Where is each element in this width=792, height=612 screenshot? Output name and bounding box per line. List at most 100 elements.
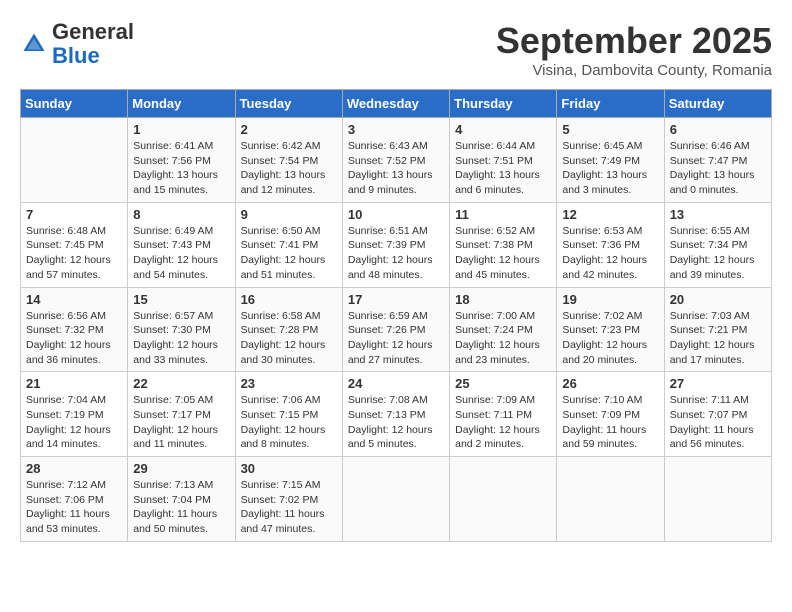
day-info: Sunrise: 7:06 AMSunset: 7:15 PMDaylight:… <box>241 393 337 452</box>
day-info: Sunrise: 7:09 AMSunset: 7:11 PMDaylight:… <box>455 393 551 452</box>
day-cell: 15Sunrise: 6:57 AMSunset: 7:30 PMDayligh… <box>128 287 235 372</box>
day-cell: 17Sunrise: 6:59 AMSunset: 7:26 PMDayligh… <box>342 287 449 372</box>
day-number: 20 <box>670 292 766 307</box>
week-row-4: 21Sunrise: 7:04 AMSunset: 7:19 PMDayligh… <box>21 372 772 457</box>
day-info: Sunrise: 7:05 AMSunset: 7:17 PMDaylight:… <box>133 393 229 452</box>
day-number: 11 <box>455 207 551 222</box>
weekday-header-friday: Friday <box>557 90 664 118</box>
day-number: 16 <box>241 292 337 307</box>
day-cell <box>450 457 557 542</box>
day-cell <box>342 457 449 542</box>
title-block: September 2025 Visina, Dambovita County,… <box>496 20 772 79</box>
day-cell: 25 Sunrise: 7:09 AMSunset: 7:11 PMDayligh… <box>450 372 557 457</box>
day-number: 10 <box>348 207 444 222</box>
day-cell: 28Sunrise: 7:12 AMSunset: 7:06 PMDayligh… <box>21 457 128 542</box>
day-cell: 23 Sunrise: 7:06 AMSunset: 7:15 PMDayligh… <box>235 372 342 457</box>
day-cell: 11 Sunrise: 6:52 AMSunset: 7:38 PMDayligh… <box>450 202 557 287</box>
day-info: Sunrise: 7:13 AMSunset: 7:04 PMDaylight:… <box>133 478 229 537</box>
day-info: Sunrise: 7:00 AMSunset: 7:24 PMDaylight:… <box>455 309 551 368</box>
day-number: 19 <box>562 292 658 307</box>
day-cell: 29 Sunrise: 7:13 AMSunset: 7:04 PMDayligh… <box>128 457 235 542</box>
day-info: Sunrise: 6:45 AMSunset: 7:49 PMDaylight:… <box>562 139 658 198</box>
day-number: 29 <box>133 461 229 476</box>
day-number: 4 <box>455 122 551 137</box>
week-row-1: 1Sunrise: 6:41 AMSunset: 7:56 PMDaylight… <box>21 118 772 203</box>
day-info: Sunrise: 6:42 AMSunset: 7:54 PMDaylight:… <box>241 139 337 198</box>
day-cell: 10 Sunrise: 6:51 AMSunset: 7:39 PMDayligh… <box>342 202 449 287</box>
weekday-header-sunday: Sunday <box>21 90 128 118</box>
day-number: 23 <box>241 376 337 391</box>
day-info: Sunrise: 7:08 AMSunset: 7:13 PMDaylight:… <box>348 393 444 452</box>
day-info: Sunrise: 7:11 AMSunset: 7:07 PMDaylight:… <box>670 393 766 452</box>
day-cell: 2 Sunrise: 6:42 AMSunset: 7:54 PMDaylight… <box>235 118 342 203</box>
day-info: Sunrise: 6:48 AMSunset: 7:45 PMDaylight:… <box>26 224 122 283</box>
day-number: 25 <box>455 376 551 391</box>
day-number: 22 <box>133 376 229 391</box>
weekday-header-tuesday: Tuesday <box>235 90 342 118</box>
page-header: General Blue September 2025 Visina, Damb… <box>20 20 772 79</box>
weekday-header-thursday: Thursday <box>450 90 557 118</box>
day-cell: 7 Sunrise: 6:48 AMSunset: 7:45 PMDaylight… <box>21 202 128 287</box>
location: Visina, Dambovita County, Romania <box>496 62 772 79</box>
day-number: 18 <box>455 292 551 307</box>
day-info: Sunrise: 7:03 AMSunset: 7:21 PMDaylight:… <box>670 309 766 368</box>
calendar-table: SundayMondayTuesdayWednesdayThursdayFrid… <box>20 89 772 542</box>
week-row-3: 14Sunrise: 6:56 AMSunset: 7:32 PMDayligh… <box>21 287 772 372</box>
day-info: Sunrise: 6:43 AMSunset: 7:52 PMDaylight:… <box>348 139 444 198</box>
day-number: 24 <box>348 376 444 391</box>
weekday-header-row: SundayMondayTuesdayWednesdayThursdayFrid… <box>21 90 772 118</box>
day-cell: 18 Sunrise: 7:00 AMSunset: 7:24 PMDayligh… <box>450 287 557 372</box>
day-number: 8 <box>133 207 229 222</box>
day-cell: 8 Sunrise: 6:49 AMSunset: 7:43 PMDaylight… <box>128 202 235 287</box>
logo: General Blue <box>20 20 134 68</box>
day-info: Sunrise: 7:12 AMSunset: 7:06 PMDaylight:… <box>26 478 122 537</box>
weekday-header-wednesday: Wednesday <box>342 90 449 118</box>
day-info: Sunrise: 6:44 AMSunset: 7:51 PMDaylight:… <box>455 139 551 198</box>
day-cell: 12 Sunrise: 6:53 AMSunset: 7:36 PMDayligh… <box>557 202 664 287</box>
day-cell: 1Sunrise: 6:41 AMSunset: 7:56 PMDaylight… <box>128 118 235 203</box>
day-info: Sunrise: 7:02 AMSunset: 7:23 PMDaylight:… <box>562 309 658 368</box>
day-number: 1 <box>133 122 229 137</box>
day-number: 12 <box>562 207 658 222</box>
day-number: 2 <box>241 122 337 137</box>
day-number: 9 <box>241 207 337 222</box>
day-number: 5 <box>562 122 658 137</box>
day-cell: 14Sunrise: 6:56 AMSunset: 7:32 PMDayligh… <box>21 287 128 372</box>
day-number: 27 <box>670 376 766 391</box>
weekday-header-monday: Monday <box>128 90 235 118</box>
day-cell: 22 Sunrise: 7:05 AMSunset: 7:17 PMDayligh… <box>128 372 235 457</box>
day-info: Sunrise: 6:53 AMSunset: 7:36 PMDaylight:… <box>562 224 658 283</box>
day-cell: 20 Sunrise: 7:03 AMSunset: 7:21 PMDayligh… <box>664 287 771 372</box>
day-info: Sunrise: 6:49 AMSunset: 7:43 PMDaylight:… <box>133 224 229 283</box>
day-cell <box>21 118 128 203</box>
day-number: 7 <box>26 207 122 222</box>
day-info: Sunrise: 7:15 AMSunset: 7:02 PMDaylight:… <box>241 478 337 537</box>
day-number: 14 <box>26 292 122 307</box>
day-cell: 24 Sunrise: 7:08 AMSunset: 7:13 PMDayligh… <box>342 372 449 457</box>
day-cell: 27 Sunrise: 7:11 AMSunset: 7:07 PMDayligh… <box>664 372 771 457</box>
day-cell: 30 Sunrise: 7:15 AMSunset: 7:02 PMDayligh… <box>235 457 342 542</box>
day-info: Sunrise: 6:50 AMSunset: 7:41 PMDaylight:… <box>241 224 337 283</box>
day-cell: 21Sunrise: 7:04 AMSunset: 7:19 PMDayligh… <box>21 372 128 457</box>
logo-icon <box>20 30 48 58</box>
day-number: 30 <box>241 461 337 476</box>
day-cell: 19 Sunrise: 7:02 AMSunset: 7:23 PMDayligh… <box>557 287 664 372</box>
day-cell: 26Sunrise: 7:10 AMSunset: 7:09 PMDayligh… <box>557 372 664 457</box>
day-cell <box>557 457 664 542</box>
day-cell: 4 Sunrise: 6:44 AMSunset: 7:51 PMDaylight… <box>450 118 557 203</box>
day-number: 6 <box>670 122 766 137</box>
logo-text: General Blue <box>52 20 134 68</box>
day-info: Sunrise: 6:52 AMSunset: 7:38 PMDaylight:… <box>455 224 551 283</box>
day-info: Sunrise: 6:59 AMSunset: 7:26 PMDaylight:… <box>348 309 444 368</box>
day-cell <box>664 457 771 542</box>
day-number: 15 <box>133 292 229 307</box>
day-number: 3 <box>348 122 444 137</box>
weekday-header-saturday: Saturday <box>664 90 771 118</box>
day-number: 13 <box>670 207 766 222</box>
day-cell: 16Sunrise: 6:58 AMSunset: 7:28 PMDayligh… <box>235 287 342 372</box>
day-cell: 6Sunrise: 6:46 AMSunset: 7:47 PMDaylight… <box>664 118 771 203</box>
day-number: 21 <box>26 376 122 391</box>
day-cell: 5 Sunrise: 6:45 AMSunset: 7:49 PMDaylight… <box>557 118 664 203</box>
day-cell: 9 Sunrise: 6:50 AMSunset: 7:41 PMDaylight… <box>235 202 342 287</box>
day-info: Sunrise: 6:51 AMSunset: 7:39 PMDaylight:… <box>348 224 444 283</box>
